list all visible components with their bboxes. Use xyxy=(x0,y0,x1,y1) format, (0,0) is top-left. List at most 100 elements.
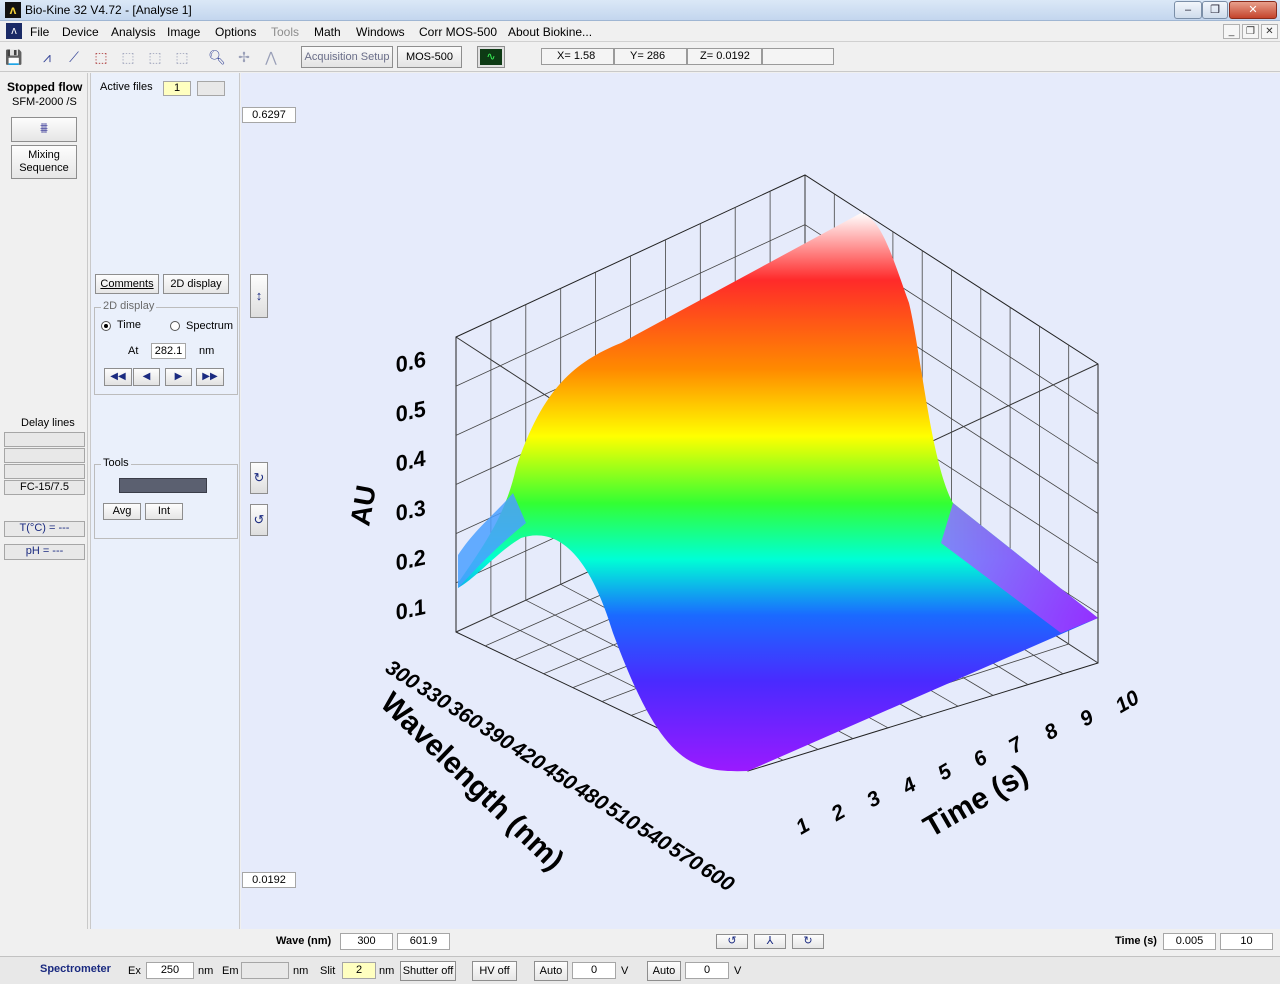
document-icon[interactable]: ᴧ xyxy=(6,23,22,39)
delay-line-2 xyxy=(4,448,85,463)
menu-file[interactable]: File xyxy=(30,25,49,39)
active-files-second-field[interactable] xyxy=(197,81,225,96)
active-files-label: Active files xyxy=(100,81,153,93)
stopped-flow-icon[interactable]: ⩩ xyxy=(11,117,77,142)
tools-group-title: Tools xyxy=(101,457,131,469)
slit-input[interactable]: 2 xyxy=(342,962,376,979)
peak-icon[interactable]: ⋀ xyxy=(261,47,281,67)
fit-curve-icon[interactable]: ⟋ xyxy=(64,47,84,67)
spectrometer-label: Spectrometer xyxy=(40,963,111,975)
menu-device[interactable]: Device xyxy=(62,25,99,39)
spectrometer-bar: Spectrometer Ex 250 nm Em nm Slit 2 nm S… xyxy=(0,956,1280,984)
shutter-button[interactable]: Shutter off xyxy=(400,961,456,981)
toolbar: 💾 ⩘ ⟋ ⬚ ⬚ ⬚ ⬚ 🔍︎ ✢ ⋀ Acquisition Setup M… xyxy=(0,42,1280,72)
menu-windows[interactable]: Windows xyxy=(356,25,405,39)
acquisition-setup-button[interactable]: Acquisition Setup xyxy=(301,46,393,68)
first-button[interactable]: ◀◀ xyxy=(104,368,132,386)
display-2d-button[interactable]: 2D display xyxy=(163,274,229,294)
rotate-right-icon[interactable]: ↻ xyxy=(792,934,824,949)
menu-corr-mos500[interactable]: Corr MOS-500 xyxy=(419,25,497,39)
z-tick-label: 0.4 xyxy=(393,446,428,477)
rotate-left-icon[interactable]: ↺ xyxy=(716,934,748,949)
time-tick-label: 8 xyxy=(1041,719,1063,745)
wave-from-input[interactable]: 300 xyxy=(340,933,393,950)
control-panel: Active files 1 Comments 2D display 2D di… xyxy=(90,73,240,955)
at-unit-label: nm xyxy=(199,345,215,357)
hv-button[interactable]: HV off xyxy=(472,961,517,981)
comments-button[interactable]: Comments xyxy=(95,274,159,294)
mdi-restore-icon[interactable]: ❐ xyxy=(1242,24,1259,39)
reset-view-icon[interactable]: ⅄ xyxy=(754,934,786,949)
region-icon-4[interactable]: ⬚ xyxy=(172,47,192,67)
voltage-1-input[interactable]: 0 xyxy=(572,962,616,979)
menu-analysis[interactable]: Analysis xyxy=(111,25,156,39)
mdi-minimize-icon[interactable]: _ xyxy=(1223,24,1240,39)
wave-tick-label: 600 xyxy=(696,858,738,897)
mixing-sequence-button[interactable]: Mixing Sequence xyxy=(11,145,77,179)
region-icon-3[interactable]: ⬚ xyxy=(145,47,165,67)
voltage-2-unit: V xyxy=(734,965,742,977)
menu-math[interactable]: Math xyxy=(314,25,341,39)
flow-cell-field: FC-15/7.5 xyxy=(4,480,85,495)
menu-options[interactable]: Options xyxy=(215,25,256,39)
select-region-icon[interactable]: ⬚ xyxy=(91,47,111,67)
radio-spectrum[interactable] xyxy=(170,321,180,331)
title-bar: ᴧ Bio-Kine 32 V4.72 - [Analyse 1] – ❐ ✕ xyxy=(0,0,1280,21)
active-files-field[interactable]: 1 xyxy=(163,81,191,96)
mdi-close-icon[interactable]: ✕ xyxy=(1261,24,1278,39)
next-button[interactable]: ▶ xyxy=(165,368,192,386)
auto-2-button[interactable]: Auto xyxy=(647,961,681,981)
close-icon[interactable]: ✕ xyxy=(1229,1,1277,19)
minimize-icon[interactable]: – xyxy=(1174,1,1202,19)
readout-x: X= 1.58 xyxy=(541,48,614,65)
device-panel: Stopped flow SFM-2000 /S ⩩ Mixing Sequen… xyxy=(2,73,88,955)
time-to-input[interactable]: 10 xyxy=(1220,933,1273,950)
magnifier-icon[interactable]: 🔍︎ xyxy=(207,47,227,67)
at-wavelength-input[interactable]: 282.1 xyxy=(151,343,186,359)
wave-to-input[interactable]: 601.9 xyxy=(397,933,450,950)
em-input[interactable] xyxy=(241,962,289,979)
display-2d-group-title: 2D display xyxy=(101,300,157,312)
crosshair-icon[interactable]: ✢ xyxy=(234,47,254,67)
readout-z: Z= 0.0192 xyxy=(687,48,762,65)
z-tick-label: 0.3 xyxy=(393,495,428,526)
time-axis-label: Time (s) xyxy=(918,758,1034,844)
mos500-button[interactable]: MOS-500 xyxy=(397,46,462,68)
readout-y: Y= 286 xyxy=(614,48,687,65)
surface-plot-3d[interactable]: 0.10.20.30.40.50.6 300330360390420450480… xyxy=(241,73,1280,929)
radio-spectrum-label: Spectrum xyxy=(186,320,234,332)
z-axis-label: AU xyxy=(344,483,382,528)
prev-button[interactable]: ◀ xyxy=(133,368,160,386)
device-title: Stopped flow xyxy=(7,80,83,94)
voltage-1-unit: V xyxy=(621,965,629,977)
z-axis-ticks: 0.1 0.2 0.3 0.4 0.5 0.6 xyxy=(393,346,429,624)
plot-area[interactable]: 0.6297 0.0192 ↕ ↻ ↺ 0.1 0.2 0.3 0.4 0.5 … xyxy=(241,73,1280,929)
int-button[interactable]: Int xyxy=(145,503,183,520)
time-from-input[interactable]: 0.005 xyxy=(1163,933,1216,950)
delay-line-3 xyxy=(4,464,85,479)
menu-image[interactable]: Image xyxy=(167,25,200,39)
radio-time-label: Time xyxy=(117,319,142,331)
oscilloscope-icon[interactable]: ∿ xyxy=(477,46,505,68)
time-tick-label: 9 xyxy=(1076,705,1098,731)
slit-unit: nm xyxy=(379,965,395,977)
radio-time[interactable] xyxy=(101,321,111,331)
last-button[interactable]: ▶▶ xyxy=(196,368,224,386)
z-tick-label: 0.5 xyxy=(393,396,429,427)
region-icon-2[interactable]: ⬚ xyxy=(118,47,138,67)
time-tick-label: 5 xyxy=(934,759,956,785)
time-range-label: Time (s) xyxy=(1115,935,1157,947)
ex-input[interactable]: 250 xyxy=(146,962,194,979)
zoom-curve-icon[interactable]: ⩘ xyxy=(37,47,57,67)
maximize-icon[interactable]: ❐ xyxy=(1202,1,1228,19)
menu-about[interactable]: About Biokine... xyxy=(508,25,592,39)
avg-button[interactable]: Avg xyxy=(103,503,141,520)
ex-label: Ex xyxy=(128,965,141,977)
time-tick-label: 7 xyxy=(1005,732,1028,758)
auto-1-button[interactable]: Auto xyxy=(534,961,568,981)
z-tick-label: 0.1 xyxy=(393,594,428,625)
voltage-2-input[interactable]: 0 xyxy=(685,962,729,979)
readout-extra xyxy=(762,48,834,65)
menu-tools[interactable]: Tools xyxy=(271,25,299,39)
save-icon[interactable]: 💾 xyxy=(4,47,24,67)
